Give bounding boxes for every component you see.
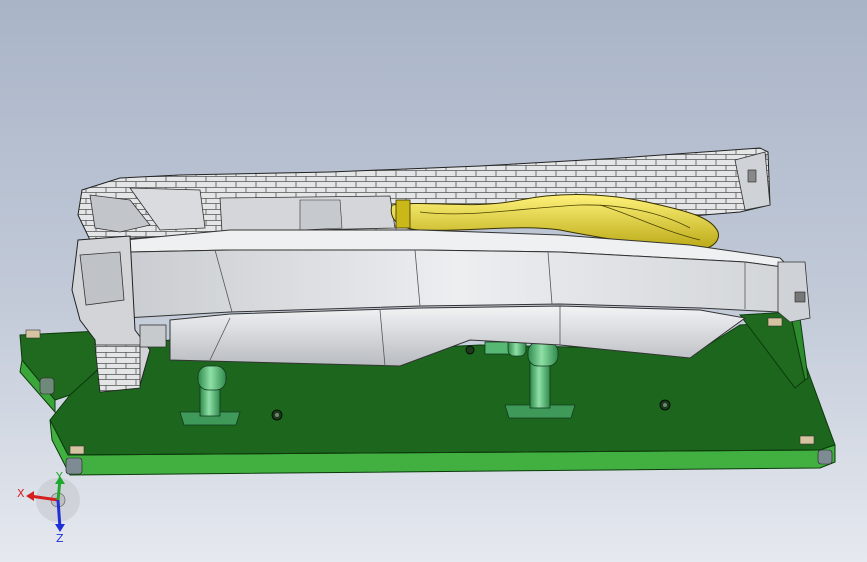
x-axis-label: X bbox=[17, 487, 25, 500]
z-axis-label: Z bbox=[56, 532, 64, 545]
cad-model-scene[interactable]: X Y Z bbox=[0, 0, 867, 562]
triad: X Y Z bbox=[17, 470, 80, 545]
y-axis-label: Y bbox=[55, 470, 63, 483]
z-axis-arrow bbox=[56, 499, 62, 529]
cad-viewport[interactable]: X Y Z bbox=[0, 0, 867, 562]
